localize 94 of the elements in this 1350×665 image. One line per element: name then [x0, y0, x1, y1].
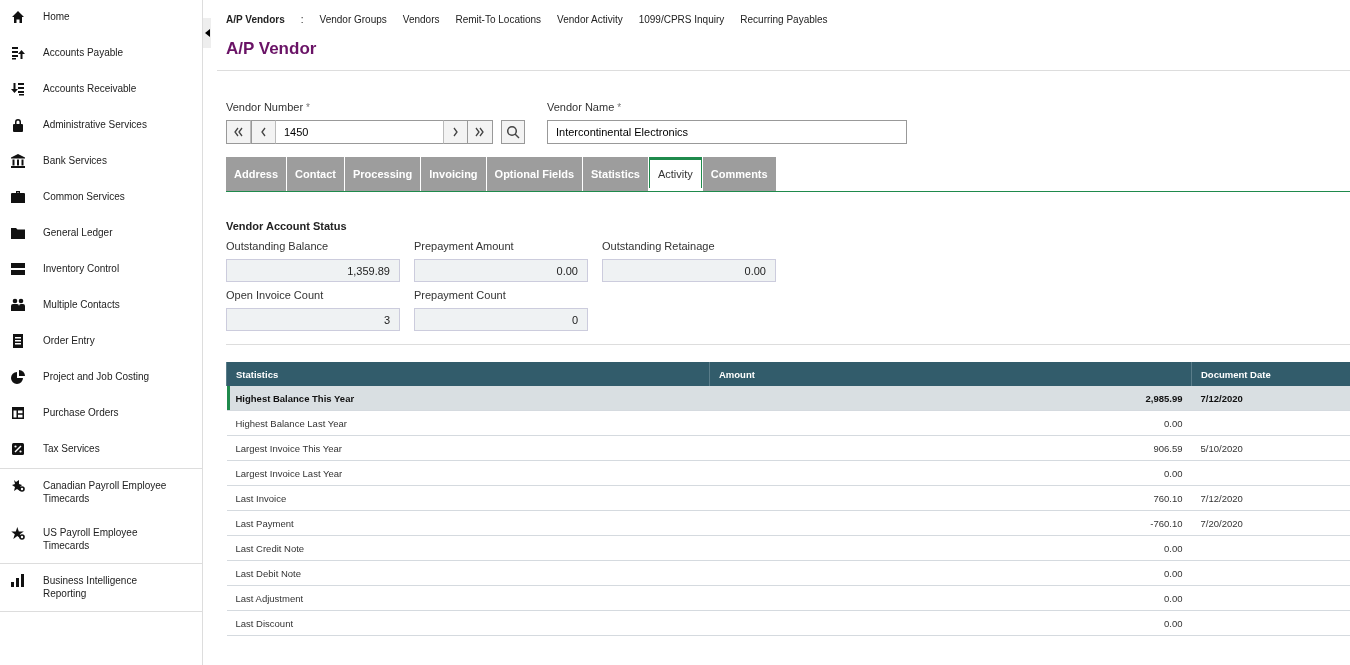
section-title: Vendor Account Status [226, 220, 348, 232]
table-icon [11, 406, 25, 420]
document-icon [11, 334, 25, 348]
home-icon [11, 10, 25, 24]
collapse-button[interactable] [203, 18, 211, 48]
nav-link[interactable]: Recurring Payables [740, 13, 828, 25]
lock-icon [11, 118, 25, 132]
vendor-number-field[interactable]: 1450 [276, 120, 443, 144]
pie-chart-icon [11, 370, 25, 384]
table-cell[interactable]: Last Credit Note [226, 535, 710, 561]
sidebar-item[interactable]: US Payroll Employee Timecards [0, 516, 202, 563]
nav-link[interactable]: Vendor Groups [319, 13, 387, 25]
required-mark: * [306, 102, 310, 113]
table-cell: 0.00 [709, 585, 1192, 611]
table-cell: 7/12/2020 [1200, 392, 1243, 404]
table-cell[interactable]: Last Discount [226, 610, 710, 636]
nav-link[interactable]: Vendors [402, 13, 440, 25]
readonly-field: 0.00 [602, 259, 776, 282]
search-icon [506, 125, 520, 139]
bank-icon [11, 154, 25, 168]
first-button[interactable] [226, 120, 251, 144]
table-cell: 7/20/2020 [1200, 517, 1243, 529]
vendor-name-field[interactable]: Intercontinental Electronics [547, 120, 907, 144]
nav-current: A/P Vendors [226, 13, 285, 25]
table-cell[interactable]: Largest Invoice Last Year [226, 460, 710, 486]
caret-left-icon [204, 29, 210, 37]
table-cell: 0.00 [709, 410, 1192, 436]
field-label: Open Invoice Count [226, 289, 325, 301]
sidebar-item[interactable]: Tax Services [0, 432, 202, 468]
table-cell: 5/10/2020 [1200, 442, 1243, 454]
table-cell: -760.10 [709, 510, 1192, 536]
readonly-field: 3 [226, 308, 400, 331]
table-cell[interactable]: Last Adjustment [226, 585, 710, 611]
sidebar-item[interactable]: Purchase Orders [0, 396, 202, 432]
sidebar-item[interactable]: Home [0, 0, 202, 36]
percent-icon [11, 442, 25, 456]
bar-chart-icon [11, 574, 25, 588]
nav-link[interactable]: Vendor Activity [557, 13, 623, 25]
table-cell[interactable]: Last Invoice [226, 485, 710, 511]
page-title: A/P Vendor [225, 38, 318, 60]
readonly-field: 1,359.89 [226, 259, 400, 282]
search-button[interactable] [501, 120, 525, 144]
table-cell: 0.00 [709, 610, 1192, 636]
sidebar-item[interactable]: Multiple Contacts [0, 288, 202, 324]
sidebar-item[interactable]: Bank Services [0, 144, 202, 180]
table-cell: 2,985.99 [709, 386, 1192, 411]
readonly-field: 0 [414, 308, 588, 331]
table-cell: 0.00 [709, 560, 1192, 586]
table-cell[interactable]: Highest Balance Last Year [226, 410, 710, 436]
field-label: Prepayment Amount [414, 240, 515, 252]
sidebar-item[interactable]: Business Intelligence Reporting [0, 564, 202, 611]
star-clock-icon [11, 526, 25, 540]
tab[interactable]: Activity [648, 157, 702, 188]
field-label: Outstanding Retainage [602, 240, 716, 252]
sidebar-item[interactable]: Accounts Payable [0, 36, 202, 72]
sidebar-item[interactable]: Common Services [0, 180, 202, 216]
list-up-arrow-icon [11, 46, 25, 60]
sidebar-item[interactable]: Administrative Services [0, 108, 202, 144]
sidebar-item[interactable]: Inventory Control [0, 252, 202, 288]
drawer-icon [11, 262, 25, 276]
sidebar-item[interactable]: Accounts Receivable [0, 72, 202, 108]
table-cell: 760.10 [709, 485, 1192, 511]
table-cell[interactable]: Highest Balance This Year [226, 386, 710, 411]
table-cell: 906.59 [709, 435, 1192, 461]
sidebar-item[interactable]: Canadian Payroll Employee Timecards [0, 469, 202, 516]
field-label: Prepayment Count [414, 289, 507, 301]
readonly-field: 0.00 [414, 259, 588, 282]
table-cell: 7/12/2020 [1200, 492, 1243, 504]
table-cell[interactable]: Last Debit Note [226, 560, 710, 586]
field-label: Vendor Number [226, 101, 304, 113]
double-chevron-right-icon [474, 126, 486, 138]
field-label: Vendor Name [547, 101, 615, 113]
sidebar-item[interactable]: General Ledger [0, 216, 202, 252]
folder-icon [11, 226, 25, 240]
column-header: Document Date [1191, 362, 1350, 386]
star-clock-icon [11, 479, 25, 493]
nav-link[interactable]: 1099/CPRS Inquiry [638, 13, 725, 25]
nav-link[interactable]: Remit-To Locations [455, 13, 542, 25]
required-mark: * [617, 102, 622, 113]
column-header: Amount [709, 362, 1192, 386]
people-icon [11, 298, 25, 312]
nav-separator: : [300, 13, 304, 25]
table-cell: 0.00 [709, 460, 1192, 486]
list-down-arrow-icon [11, 82, 25, 96]
double-chevron-left-icon [232, 126, 245, 138]
sidebar-item[interactable]: Order Entry [0, 324, 202, 360]
table-cell[interactable]: Last Payment [226, 510, 710, 536]
field-label: Outstanding Balance [226, 240, 330, 252]
briefcase-icon [11, 190, 25, 204]
sidebar-item[interactable]: Project and Job Costing [0, 360, 202, 396]
column-header: Statistics [226, 362, 710, 386]
last-button[interactable] [468, 120, 493, 144]
table-cell: 0.00 [709, 535, 1192, 561]
table-cell[interactable]: Largest Invoice This Year [226, 435, 710, 461]
